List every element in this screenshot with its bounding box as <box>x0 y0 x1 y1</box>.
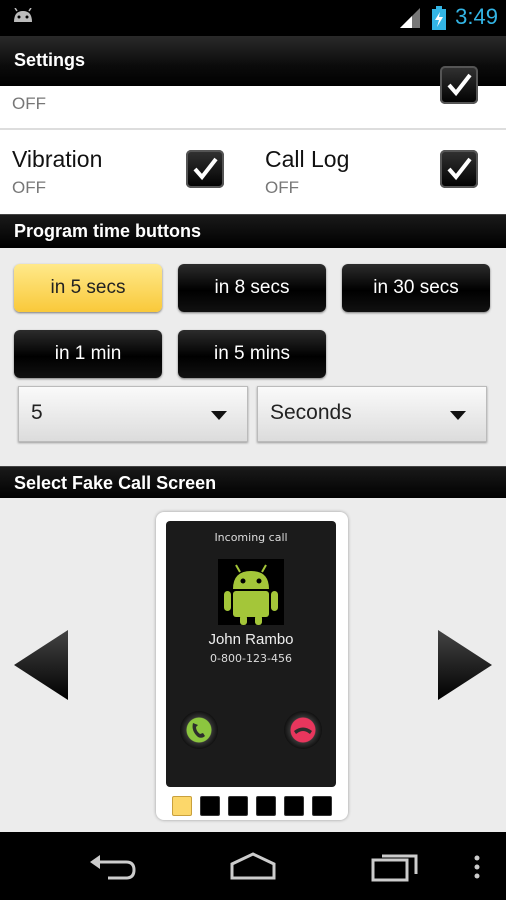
accept-call-icon <box>180 711 218 749</box>
settings-list: OFF Vibration OFF Call Log OFF <box>0 66 506 214</box>
call-log-checkbox[interactable] <box>440 150 478 188</box>
page-indicator-dot <box>284 796 304 816</box>
back-icon[interactable] <box>88 852 136 882</box>
android-notification-icon <box>14 8 32 22</box>
checkmark-icon <box>193 157 218 181</box>
unit-spinner[interactable]: Seconds <box>257 386 487 442</box>
signal-icon <box>400 8 420 28</box>
page-indicator-dot <box>172 796 192 816</box>
program-section-title: Program time buttons <box>14 221 202 241</box>
caller-name: John Rambo <box>208 631 294 648</box>
in-8-secs-button[interactable]: in 8 secs <box>178 264 326 312</box>
in-5-secs-button[interactable]: in 5 secs <box>14 264 162 312</box>
call-log-value: OFF <box>265 178 299 197</box>
status-bar: 3:49 <box>0 0 506 36</box>
page-indicator-dot <box>200 796 220 816</box>
in-1-min-button[interactable]: in 1 min <box>14 330 162 378</box>
fake-call-panel: Incoming call John Rambo 0-800-123-456 <box>0 498 506 832</box>
decline-call-icon <box>284 711 322 749</box>
vibration-label: Vibration <box>12 146 103 172</box>
page-indicator-dot <box>312 796 332 816</box>
vibration-checkbox[interactable] <box>186 150 224 188</box>
in-5-mins-button[interactable]: in 5 mins <box>178 330 326 378</box>
overflow-menu-icon[interactable] <box>472 854 482 880</box>
top-setting-checkbox[interactable] <box>440 66 478 104</box>
call-log-setting[interactable]: Call Log OFF <box>253 130 506 214</box>
checkmark-icon <box>447 157 472 181</box>
battery-charging-icon <box>432 6 446 30</box>
top-setting-value: OFF <box>12 94 46 113</box>
title-bar: Settings <box>0 36 506 87</box>
home-icon[interactable] <box>226 852 280 880</box>
fake-call-section-header: Select Fake Call Screen <box>0 466 506 499</box>
call-screen-preview: Incoming call John Rambo 0-800-123-456 <box>166 521 336 787</box>
recent-apps-icon[interactable] <box>370 850 420 882</box>
page-title: Settings <box>14 50 86 70</box>
checkmark-icon <box>447 73 472 97</box>
fake-call-section-title: Select Fake Call Screen <box>14 473 217 493</box>
call-log-label: Call Log <box>265 146 350 172</box>
page-indicator-dot <box>228 796 248 816</box>
previous-arrow-icon[interactable] <box>14 630 68 700</box>
program-time-panel: in 5 secs in 8 secs in 30 secs in 1 min … <box>0 248 506 466</box>
in-30-secs-button[interactable]: in 30 secs <box>342 264 490 312</box>
caller-avatar <box>218 559 284 625</box>
vibration-value: OFF <box>12 178 46 197</box>
system-nav-bar <box>0 832 506 900</box>
amount-spinner-value: 5 <box>31 401 43 424</box>
call-screen-preview-card[interactable]: Incoming call John Rambo 0-800-123-456 <box>156 512 348 820</box>
vibration-setting[interactable]: Vibration OFF <box>0 130 253 214</box>
android-robot-icon <box>224 564 278 625</box>
dropdown-arrow-icon <box>450 411 466 420</box>
next-arrow-icon[interactable] <box>438 630 492 700</box>
program-section-header: Program time buttons <box>0 214 506 247</box>
incoming-call-text: Incoming call <box>214 531 288 544</box>
caller-number: 0-800-123-456 <box>210 652 292 665</box>
unit-spinner-value: Seconds <box>270 401 352 424</box>
amount-spinner[interactable]: 5 <box>18 386 248 442</box>
dropdown-arrow-icon <box>211 411 227 420</box>
status-time: 3:49 <box>455 4 498 29</box>
page-indicator-dot <box>256 796 276 816</box>
